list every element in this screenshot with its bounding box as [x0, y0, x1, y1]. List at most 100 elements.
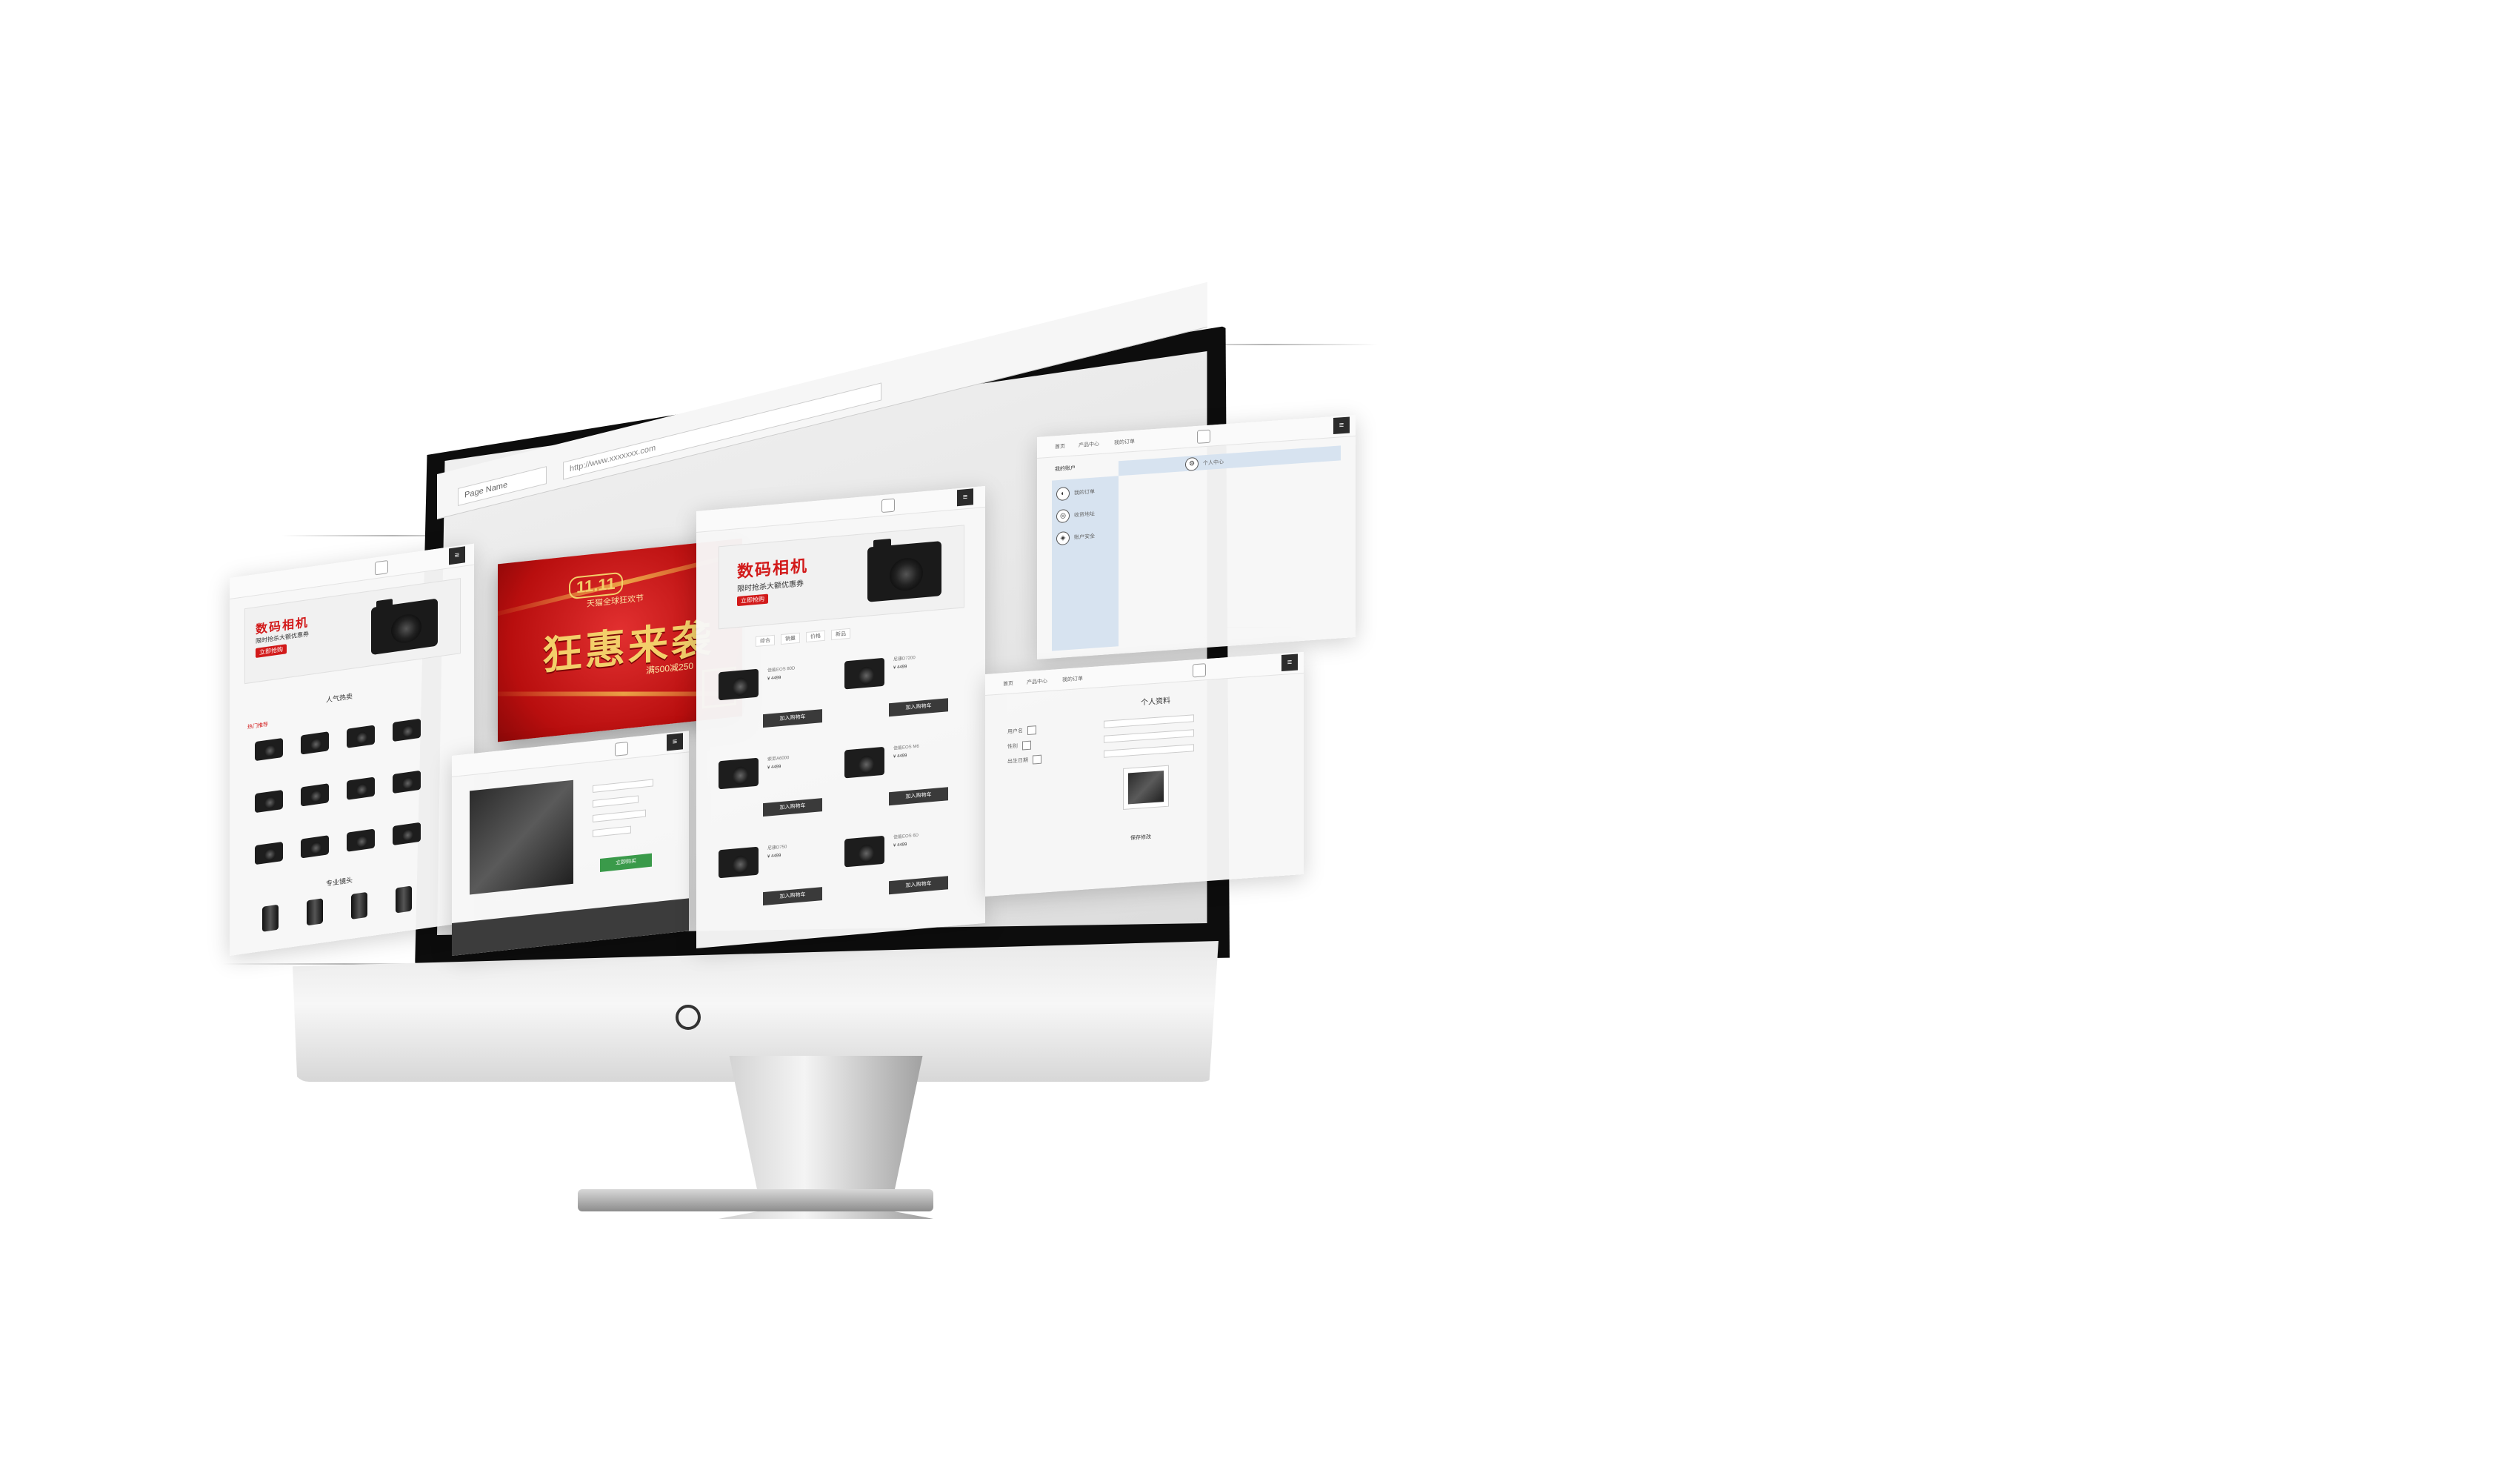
product-thumb — [844, 746, 884, 779]
nav-home[interactable]: 首页 — [1003, 679, 1013, 688]
logo-icon — [1197, 429, 1210, 444]
banner-cta[interactable]: 立即抢购 — [256, 644, 287, 659]
menu-item[interactable]: ◈ 账户安全 — [1056, 530, 1095, 546]
product-card[interactable]: 佳能EOS 6D ¥ 4499 加入购物车 — [844, 822, 956, 905]
text-field[interactable] — [1104, 714, 1194, 728]
product-card[interactable]: 尼康D750 ¥ 4499 加入购物车 — [719, 833, 830, 917]
nav-products[interactable]: 产品中心 — [1027, 677, 1047, 686]
form-row: 出生日期 — [1007, 754, 1041, 766]
menu-sidebar — [1052, 476, 1119, 651]
product-price: ¥ 4499 — [893, 665, 907, 671]
cart-button[interactable]: ≡ — [449, 546, 465, 565]
cart-button[interactable]: ≡ — [667, 733, 683, 751]
product-thumb[interactable] — [393, 718, 421, 742]
account-header: 我的账户 — [1055, 465, 1076, 473]
checkbox[interactable] — [1022, 740, 1031, 751]
text-field[interactable] — [1104, 744, 1194, 758]
product-card[interactable]: 佳能EOS M6 ¥ 4499 加入购物车 — [844, 733, 956, 817]
sort-tab[interactable]: 销量 — [781, 632, 800, 645]
cart-button[interactable]: ≡ — [1333, 416, 1350, 435]
nav-home[interactable]: 首页 — [1055, 442, 1065, 450]
product-card[interactable]: 佳能EOS 80D ¥ 4499 加入购物车 — [719, 655, 830, 739]
checkbox[interactable] — [1027, 725, 1036, 736]
product-price: ¥ 4499 — [767, 853, 781, 859]
add-to-cart-button[interactable]: 加入购物车 — [889, 876, 948, 895]
user-menu-panel: 首页 产品中心 我的订单 ≡ 我的账户 ◐ 我的订单 ◎ 收货地址 ◈ 账户安全… — [1037, 414, 1356, 659]
monitor-foot — [578, 1189, 933, 1211]
text-field[interactable] — [1104, 729, 1194, 743]
add-to-cart-button[interactable]: 加入购物车 — [889, 787, 948, 806]
product-card[interactable]: 索尼A6000 ¥ 4499 加入购物车 — [719, 744, 830, 828]
cart-button[interactable]: ≡ — [1281, 653, 1298, 672]
add-to-cart-button[interactable]: 加入购物车 — [763, 798, 822, 817]
menu-item-label: 账户安全 — [1074, 533, 1095, 541]
product-thumb[interactable] — [255, 737, 283, 762]
product-card[interactable]: 尼康D7200 ¥ 4499 加入购物车 — [844, 644, 956, 728]
sort-tab[interactable]: 新品 — [831, 628, 850, 641]
nav-products[interactable]: 产品中心 — [1079, 440, 1099, 449]
cart-button[interactable]: ≡ — [957, 488, 973, 507]
sort-tab[interactable]: 综合 — [756, 634, 775, 648]
field-label: 性别 — [1007, 743, 1018, 750]
location-icon: ◎ — [1056, 508, 1070, 524]
avatar[interactable] — [1123, 765, 1169, 810]
product-detail-panel: ≡ 立即购买 — [452, 731, 689, 956]
hero-banner[interactable]: 数码相机 限时抢杀大额优惠券 立即抢购 — [719, 525, 964, 630]
product-price: ¥ 4499 — [893, 754, 907, 759]
save-button[interactable]: 保存修改 — [1130, 833, 1151, 842]
product-thumb[interactable] — [301, 783, 329, 807]
product-name: 佳能EOS 80D — [767, 666, 796, 674]
product-name: 尼康D750 — [767, 845, 787, 851]
product-thumb[interactable] — [301, 731, 329, 755]
settings-icon: ⚙ — [1185, 456, 1199, 472]
banner-cta[interactable]: 立即抢购 — [737, 593, 768, 607]
sort-tabs: 综合 销量 价格 新品 — [756, 628, 850, 648]
product-thumb[interactable] — [347, 828, 375, 852]
field-label: 出生日期 — [1007, 757, 1028, 765]
buy-now-button[interactable]: 立即购买 — [600, 853, 652, 872]
product-name: 佳能EOS M6 — [893, 744, 919, 751]
checkbox[interactable] — [1033, 754, 1041, 765]
product-thumb[interactable] — [301, 835, 329, 859]
product-thumb[interactable] — [393, 770, 421, 794]
desktop-mockup: Page Name http://www.xxxxxxx.com ≡ 数码相机 … — [0, 0, 2520, 1470]
product-name: 佳能EOS 6D — [893, 833, 919, 840]
product-price: ¥ 4499 — [893, 842, 907, 848]
menu-item[interactable]: ◐ 我的订单 — [1056, 485, 1095, 502]
product-name: 索尼A6000 — [767, 756, 790, 762]
lens-thumb[interactable] — [351, 891, 367, 919]
menu-item-label: 我的订单 — [1074, 489, 1095, 496]
logo-icon — [375, 559, 388, 576]
hero-banner[interactable]: 数码相机 限时抢杀大额优惠券 立即抢购 — [244, 578, 461, 685]
add-to-cart-button[interactable]: 加入购物车 — [763, 709, 822, 728]
product-price: ¥ 4499 — [767, 675, 781, 682]
power-icon[interactable] — [676, 1005, 701, 1030]
product-thumb — [844, 657, 884, 690]
logo-icon — [881, 498, 895, 513]
section-title: 人气热卖 — [326, 692, 353, 704]
field-label: 用户名 — [1007, 728, 1023, 735]
nav-orders[interactable]: 我的订单 — [1114, 438, 1135, 447]
product-thumb[interactable] — [347, 725, 375, 748]
lens-thumb[interactable] — [262, 904, 279, 932]
product-name: 尼康D7200 — [893, 656, 916, 662]
nav-orders[interactable]: 我的订单 — [1062, 675, 1083, 684]
sort-tab[interactable]: 价格 — [806, 630, 825, 643]
add-to-cart-button[interactable]: 加入购物车 — [889, 698, 948, 717]
lens-thumb[interactable] — [396, 885, 412, 914]
product-price: ¥ 4499 — [767, 764, 781, 771]
product-thumb[interactable] — [347, 776, 375, 800]
menu-item[interactable]: ◎ 收货地址 — [1056, 508, 1095, 524]
personal-info-panel: 首页 产品中心 我的订单 ≡ 个人资料 用户名 性别 出生日期 保存修改 — [985, 651, 1304, 897]
camera-image — [867, 541, 941, 602]
product-thumb[interactable] — [255, 789, 283, 814]
product-thumb[interactable] — [393, 822, 421, 846]
product-thumb — [844, 835, 884, 868]
tab-hot[interactable]: 热门推荐 — [247, 721, 268, 731]
add-to-cart-button[interactable]: 加入购物车 — [763, 887, 822, 906]
product-thumb[interactable] — [255, 841, 283, 865]
product-list-panel: ≡ 数码相机 限时抢杀大额优惠券 立即抢购 综合 销量 价格 新品 佳能EOS … — [696, 485, 985, 948]
shield-icon: ◈ — [1056, 531, 1070, 546]
avatar-photo — [1128, 771, 1164, 805]
lens-thumb[interactable] — [307, 898, 323, 926]
